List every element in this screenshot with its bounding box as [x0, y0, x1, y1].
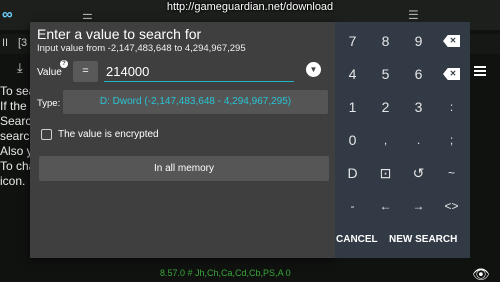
key-2-1[interactable]: 2 — [369, 91, 402, 123]
keypad: 7 8 9 ✕ 4 5 6 ✕ 1 2 3: 0,.; D ⊡ ↺ ~ - ← → <> — [335, 22, 470, 258]
key-4-0[interactable]: D — [336, 157, 369, 189]
key-2-2[interactable]: 3 — [402, 91, 435, 123]
key-3-3[interactable]: ; — [435, 124, 468, 156]
key-0-0[interactable]: 7 — [336, 25, 369, 57]
encrypted-checkbox[interactable] — [41, 129, 52, 140]
key-5-1[interactable]: ← — [369, 190, 402, 222]
type-label: Type: — [37, 98, 61, 109]
backspace-icon[interactable]: ✕ — [435, 25, 468, 57]
history-icon[interactable]: ↺ — [402, 157, 435, 189]
encrypted-label: The value is encrypted — [58, 129, 159, 140]
screen: ∞ ⚌ ☰ II [3 ⤓ To sea If the Search searc… — [0, 0, 500, 282]
dialog-subtitle: Input value from -2,147,483,648 to 4,294… — [37, 43, 246, 54]
key-1-1[interactable]: 5 — [369, 58, 402, 90]
menu-icon[interactable] — [474, 66, 486, 76]
process-label: [3 — [18, 37, 28, 49]
dialog-title: Enter a value to search for — [37, 26, 202, 42]
help-badge-icon[interactable]: ? — [60, 60, 68, 68]
key-5-3[interactable]: <> — [435, 190, 468, 222]
key-2-0[interactable]: 1 — [336, 91, 369, 123]
download-icon[interactable]: ⤓ — [17, 60, 23, 76]
key-4-3[interactable]: ~ — [435, 157, 468, 189]
new-search-button[interactable]: NEW SEARCH — [389, 234, 457, 245]
key-2-3[interactable]: : — [435, 91, 468, 123]
value-input[interactable] — [104, 62, 294, 82]
memory-range-button[interactable]: In all memory — [39, 156, 329, 181]
pause-icon[interactable]: II — [2, 37, 8, 49]
clear-icon[interactable]: ✕ — [435, 58, 468, 90]
search-dialog: Enter a value to search for Input value … — [30, 22, 335, 258]
status-line: 8.57.0 # Jh,Ch,Ca,Cd,Cb,PS,A 0 — [160, 268, 291, 278]
key-1-0[interactable]: 4 — [336, 58, 369, 90]
key-0-2[interactable]: 9 — [402, 25, 435, 57]
type-select[interactable]: D: Dword (-2,147,483,648 - 4,294,967,295… — [63, 90, 328, 114]
chevron-down-icon[interactable]: ▼ — [306, 62, 321, 77]
key-1-2[interactable]: 6 — [402, 58, 435, 90]
cancel-button[interactable]: CANCEL — [336, 234, 378, 245]
url-banner: http://gameguardian.net/download — [166, 1, 334, 13]
key-3-0[interactable]: 0 — [336, 124, 369, 156]
key-0-1[interactable]: 8 — [369, 25, 402, 57]
eye-icon[interactable]: 👁 — [472, 266, 490, 282]
key-5-0[interactable]: - — [336, 190, 369, 222]
value-label: Value — [37, 67, 62, 78]
key-5-2[interactable]: → — [402, 190, 435, 222]
operator-button[interactable]: = — [73, 61, 98, 82]
select-all-icon[interactable]: ⊡ — [369, 157, 402, 189]
key-3-2[interactable]: . — [402, 124, 435, 156]
key-3-1[interactable]: , — [369, 124, 402, 156]
